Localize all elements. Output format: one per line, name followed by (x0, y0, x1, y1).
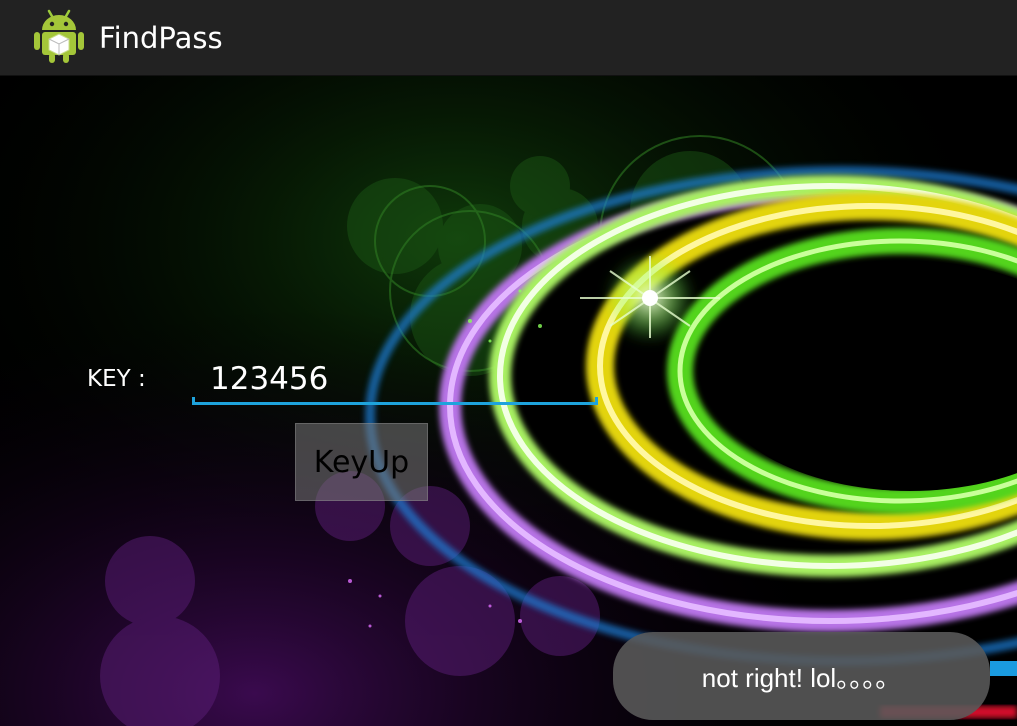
key-input-underline-left-tick (192, 397, 195, 405)
key-input[interactable] (192, 350, 598, 408)
action-bar: FindPass (0, 0, 1017, 76)
content-area: KEY : KeyUp not right! lol。。。。 (0, 76, 1017, 726)
key-label: KEY : (87, 366, 146, 392)
toast-text: not right! lol。。。。 (701, 662, 902, 693)
key-input-underline (192, 402, 598, 405)
android-robot-icon (34, 9, 84, 63)
keyup-button[interactable]: KeyUp (295, 423, 428, 501)
app-screen: FindPass KEY: 123456 KeyUp not right! l… (0, 0, 1017, 726)
key-input-underline-right-tick (595, 397, 598, 405)
app-title: FindPass (99, 21, 223, 55)
toast-message: not right! lol。。。。 (613, 632, 990, 720)
